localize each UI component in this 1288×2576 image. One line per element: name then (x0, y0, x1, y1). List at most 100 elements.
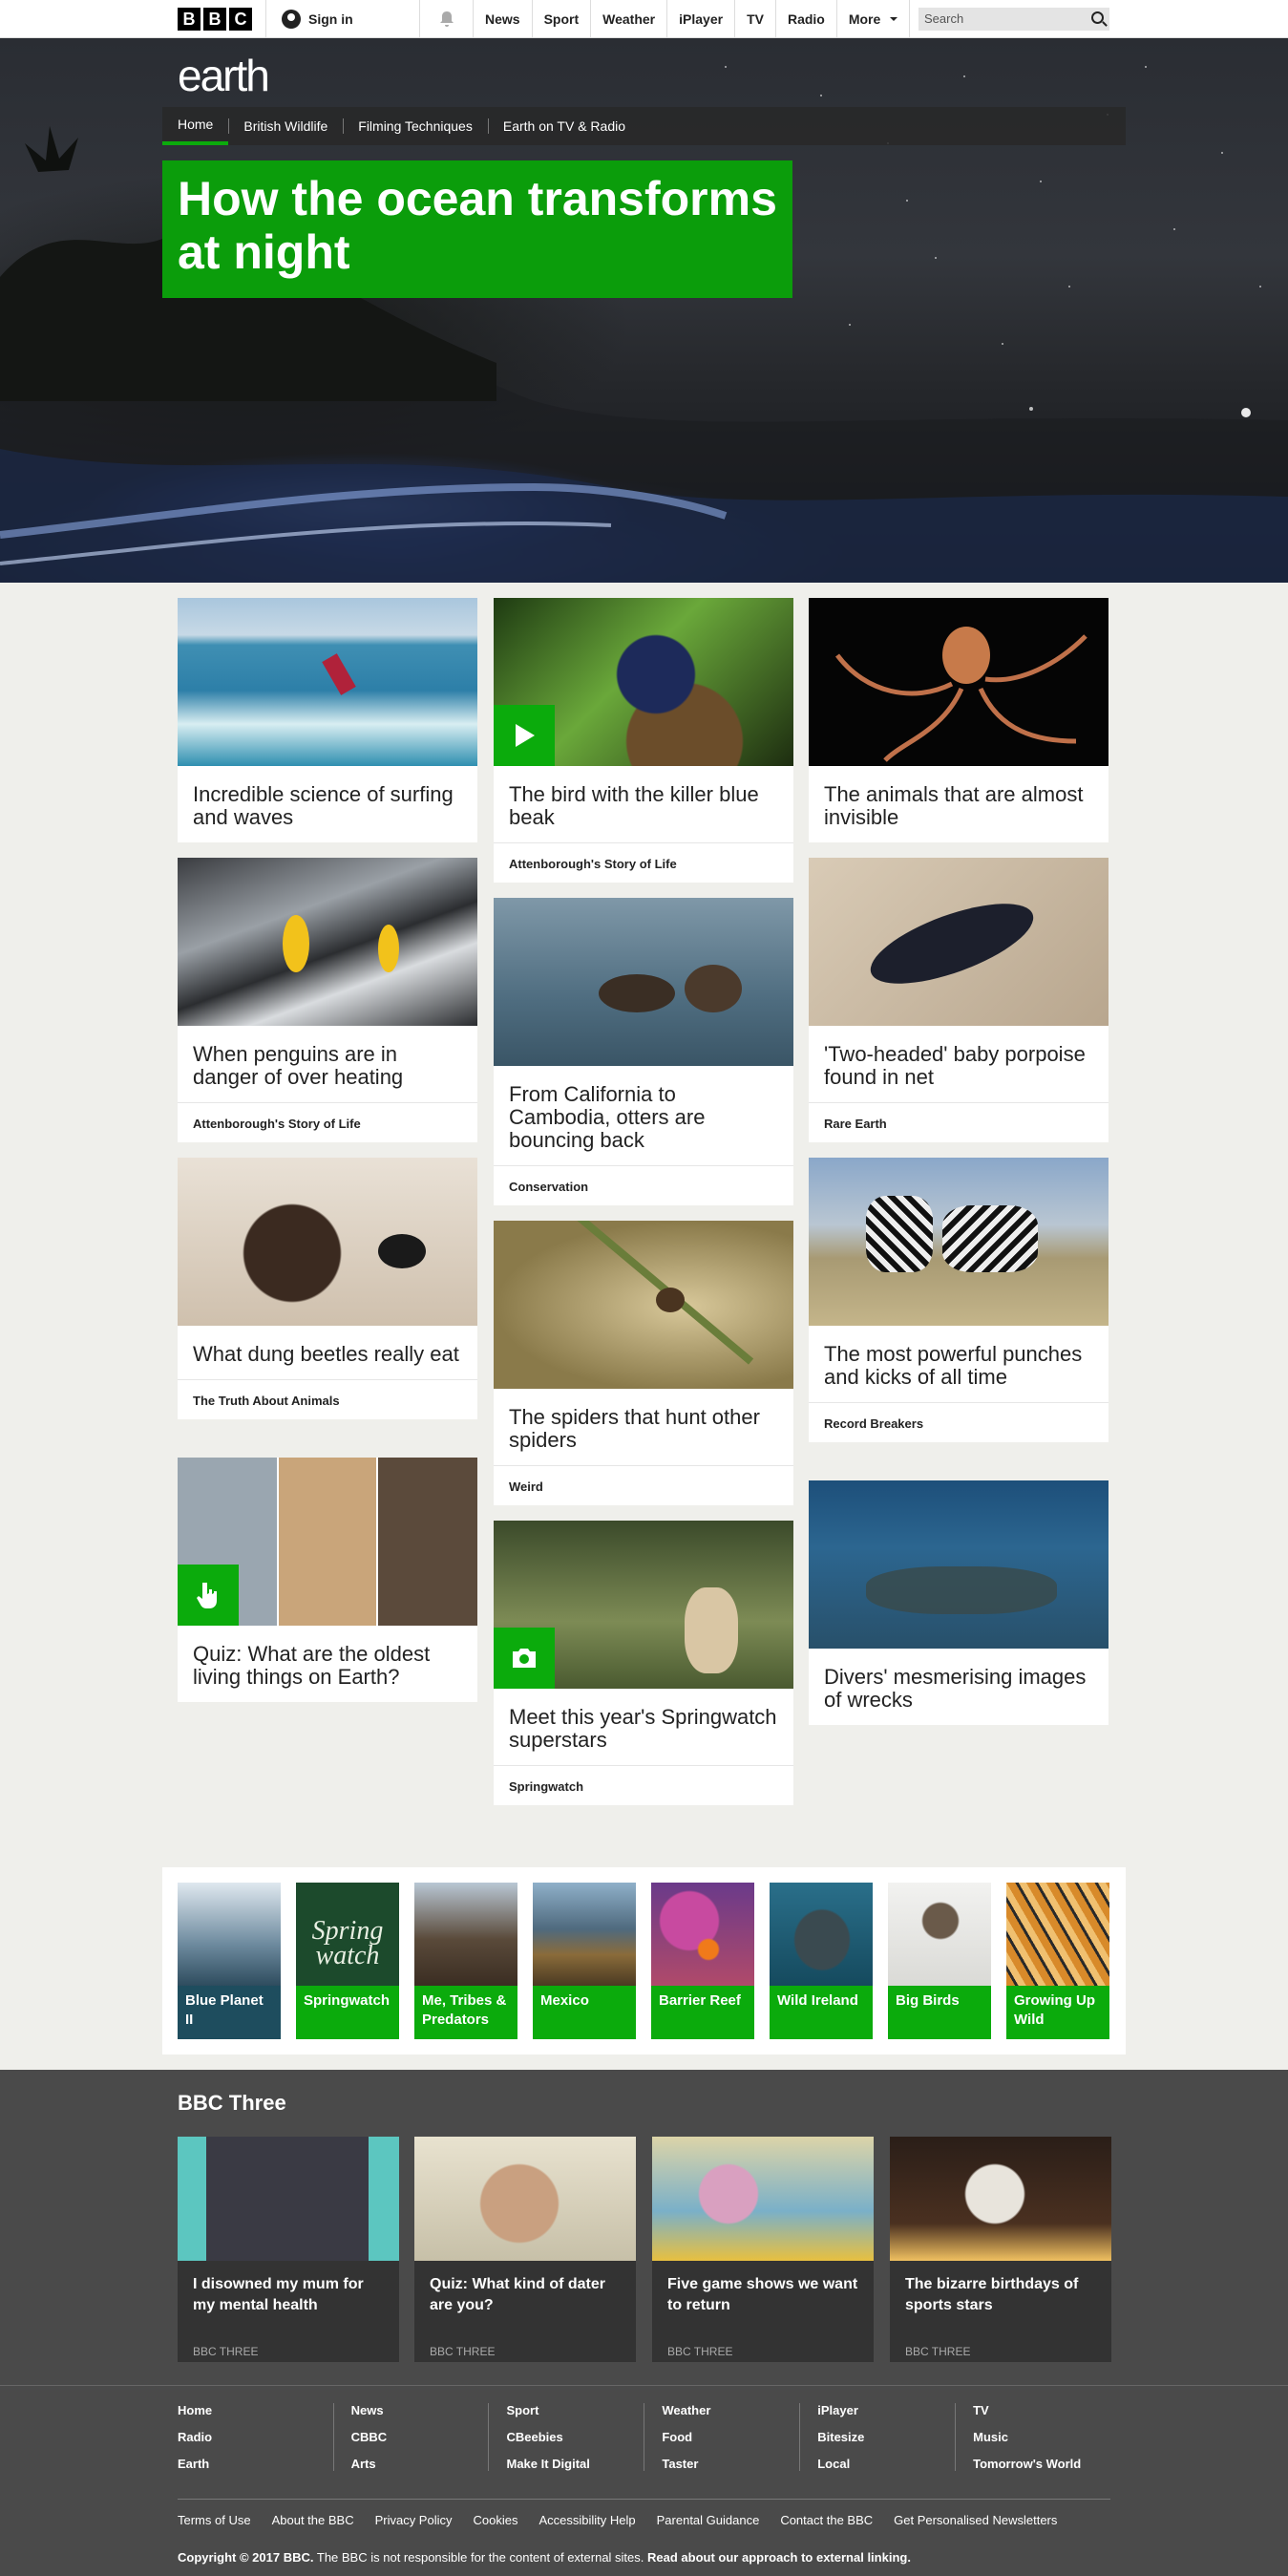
notifications-bell-icon[interactable] (420, 0, 474, 38)
nav-news[interactable]: News (474, 0, 533, 38)
bbc-three-source: BBC THREE (667, 2345, 733, 2358)
programme-tile-barrier-reef[interactable]: Barrier Reef (651, 1883, 754, 2039)
footer-link[interactable]: Home (178, 2403, 333, 2417)
hero-headline[interactable]: How the ocean transforms at night (162, 160, 792, 298)
footer-link[interactable]: Arts (351, 2457, 489, 2471)
gallery-camera-icon[interactable] (494, 1628, 555, 1689)
card-tag[interactable]: Attenborough's Story of Life (178, 1102, 477, 1142)
nav-tv[interactable]: TV (735, 0, 776, 38)
card-tag[interactable]: Rare Earth (809, 1102, 1109, 1142)
external-linking-link[interactable]: Read about our approach to external link… (647, 2550, 911, 2565)
story-card[interactable]: The spiders that hunt other spiders Weir… (494, 1221, 793, 1505)
programme-tile-blue-planet[interactable]: Blue Planet II (178, 1883, 281, 2039)
earth-brand-logo[interactable]: earth (178, 50, 270, 101)
bbc-three-section: BBC Three I disowned my mum for my menta… (0, 2070, 1288, 2385)
footer-link[interactable]: Make It Digital (506, 2457, 644, 2471)
card-tag[interactable]: Springwatch (494, 1765, 793, 1805)
story-card[interactable]: From California to Cambodia, otters are … (494, 898, 793, 1205)
footer-link[interactable]: Tomorrow's World (973, 2457, 1110, 2471)
card-tag[interactable]: The Truth About Animals (178, 1379, 477, 1419)
footer-link[interactable]: Local (817, 2457, 955, 2471)
card-tag[interactable]: Conservation (494, 1165, 793, 1205)
story-card[interactable]: The most powerful punches and kicks of a… (809, 1158, 1109, 1442)
bbc-three-card[interactable]: Five game shows we want to return BBC TH… (652, 2137, 874, 2362)
footer-link[interactable]: TV (973, 2403, 1110, 2417)
bbc-three-card[interactable]: Quiz: What kind of dater are you? BBC TH… (414, 2137, 636, 2362)
legal-link[interactable]: Accessibility Help (538, 2513, 635, 2527)
nav-sport[interactable]: Sport (533, 0, 592, 38)
bbc-global-nav: News Sport Weather iPlayer TV Radio More (474, 0, 911, 38)
story-card[interactable]: The animals that are almost invisible (809, 598, 1109, 842)
programme-tile-springwatch[interactable]: Spring watch Springwatch (296, 1883, 399, 2039)
story-card[interactable]: Incredible science of surfing and waves (178, 598, 477, 842)
card-title: The bird with the killer blue beak (509, 782, 759, 829)
bbc-three-card[interactable]: The bizarre birthdays of sports stars BB… (890, 2137, 1111, 2362)
user-icon (282, 10, 301, 29)
footer-link[interactable]: CBBC (351, 2430, 489, 2444)
programme-tile-growing-up-wild[interactable]: Growing Up Wild (1006, 1883, 1109, 2039)
story-card[interactable]: 'Two-headed' baby porpoise found in net … (809, 858, 1109, 1142)
programme-tile-mexico[interactable]: Mexico (533, 1883, 636, 2039)
story-card[interactable]: What dung beetles really eat The Truth A… (178, 1158, 477, 1419)
footer-link[interactable]: News (351, 2403, 489, 2417)
card-title: When penguins are in danger of over heat… (193, 1042, 404, 1089)
story-card[interactable]: Meet this year's Springwatch superstars … (494, 1521, 793, 1805)
programme-image (533, 1883, 636, 1986)
footer-link[interactable]: Radio (178, 2430, 333, 2444)
story-card[interactable]: The bird with the killer blue beak Atten… (494, 598, 793, 883)
copyright-notice: Copyright © 2017 BBC. The BBC is not res… (178, 2550, 911, 2565)
card-tag[interactable]: Attenborough's Story of Life (494, 842, 793, 883)
subnav-earth-on-tv-radio[interactable]: Earth on TV & Radio (487, 107, 641, 145)
nav-iplayer[interactable]: iPlayer (667, 0, 736, 38)
programme-label: Growing Up Wild (1006, 1986, 1109, 2039)
subnav-filming-techniques[interactable]: Filming Techniques (343, 107, 488, 145)
footer-link[interactable]: Bitesize (817, 2430, 955, 2444)
footer-column: Home Radio Earth (178, 2403, 333, 2471)
footer-link[interactable]: Weather (662, 2403, 799, 2417)
video-play-icon[interactable] (494, 705, 555, 766)
story-card[interactable]: Divers' mesmerising images of wrecks (809, 1480, 1109, 1725)
bbc-logo[interactable]: B B C (178, 8, 252, 31)
card-title: What dung beetles really eat (193, 1342, 459, 1366)
card-title: Quiz: What are the oldest living things … (193, 1642, 431, 1689)
otter-image (494, 898, 793, 1066)
card-tag[interactable]: Weird (494, 1465, 793, 1505)
hero-banner[interactable]: earth Home British Wildlife Filming Tech… (0, 38, 1288, 583)
quiz-hand-icon (178, 1565, 239, 1626)
legal-link[interactable]: Privacy Policy (375, 2513, 453, 2527)
search-placeholder: Search (924, 11, 964, 26)
card-tag[interactable]: Record Breakers (809, 1402, 1109, 1442)
search-icon[interactable] (1091, 11, 1104, 24)
footer-link[interactable]: Taster (662, 2457, 799, 2471)
story-card[interactable]: Quiz: What are the oldest living things … (178, 1458, 477, 1702)
programme-tile-wild-ireland[interactable]: Wild Ireland (770, 1883, 873, 2039)
footer-link[interactable]: Earth (178, 2457, 333, 2471)
bbc-three-card[interactable]: I disowned my mum for my mental health B… (178, 2137, 399, 2362)
octopus-image (809, 598, 1109, 766)
legal-link[interactable]: Terms of Use (178, 2513, 251, 2527)
footer-link[interactable]: CBeebies (506, 2430, 644, 2444)
legal-link[interactable]: Get Personalised Newsletters (894, 2513, 1057, 2527)
card-title: Divers' mesmerising images of wrecks (824, 1665, 1087, 1712)
legal-link[interactable]: Parental Guidance (657, 2513, 760, 2527)
subnav-home[interactable]: Home (162, 107, 229, 145)
bbc-three-heading[interactable]: BBC Three (178, 2091, 286, 2116)
legal-link[interactable]: About the BBC (272, 2513, 354, 2527)
footer-link[interactable]: Food (662, 2430, 799, 2444)
legal-link[interactable]: Cookies (474, 2513, 518, 2527)
legal-link[interactable]: Contact the BBC (780, 2513, 873, 2527)
story-card[interactable]: When penguins are in danger of over heat… (178, 858, 477, 1142)
footer-link[interactable]: Sport (506, 2403, 644, 2417)
programme-tile-big-birds[interactable]: Big Birds (888, 1883, 991, 2039)
bbc-three-source: BBC THREE (193, 2345, 259, 2358)
programme-tile-tribes[interactable]: Me, Tribes & Predators (414, 1883, 517, 2039)
nav-radio[interactable]: Radio (776, 0, 837, 38)
footer-column: News CBBC Arts (332, 2403, 489, 2471)
subnav-british-wildlife[interactable]: British Wildlife (228, 107, 343, 145)
sign-in-link[interactable]: Sign in (265, 0, 420, 38)
search-input[interactable]: Search (918, 8, 1109, 31)
footer-link[interactable]: iPlayer (817, 2403, 955, 2417)
nav-weather[interactable]: Weather (591, 0, 668, 38)
nav-more-dropdown[interactable]: More (837, 0, 911, 38)
footer-link[interactable]: Music (973, 2430, 1110, 2444)
